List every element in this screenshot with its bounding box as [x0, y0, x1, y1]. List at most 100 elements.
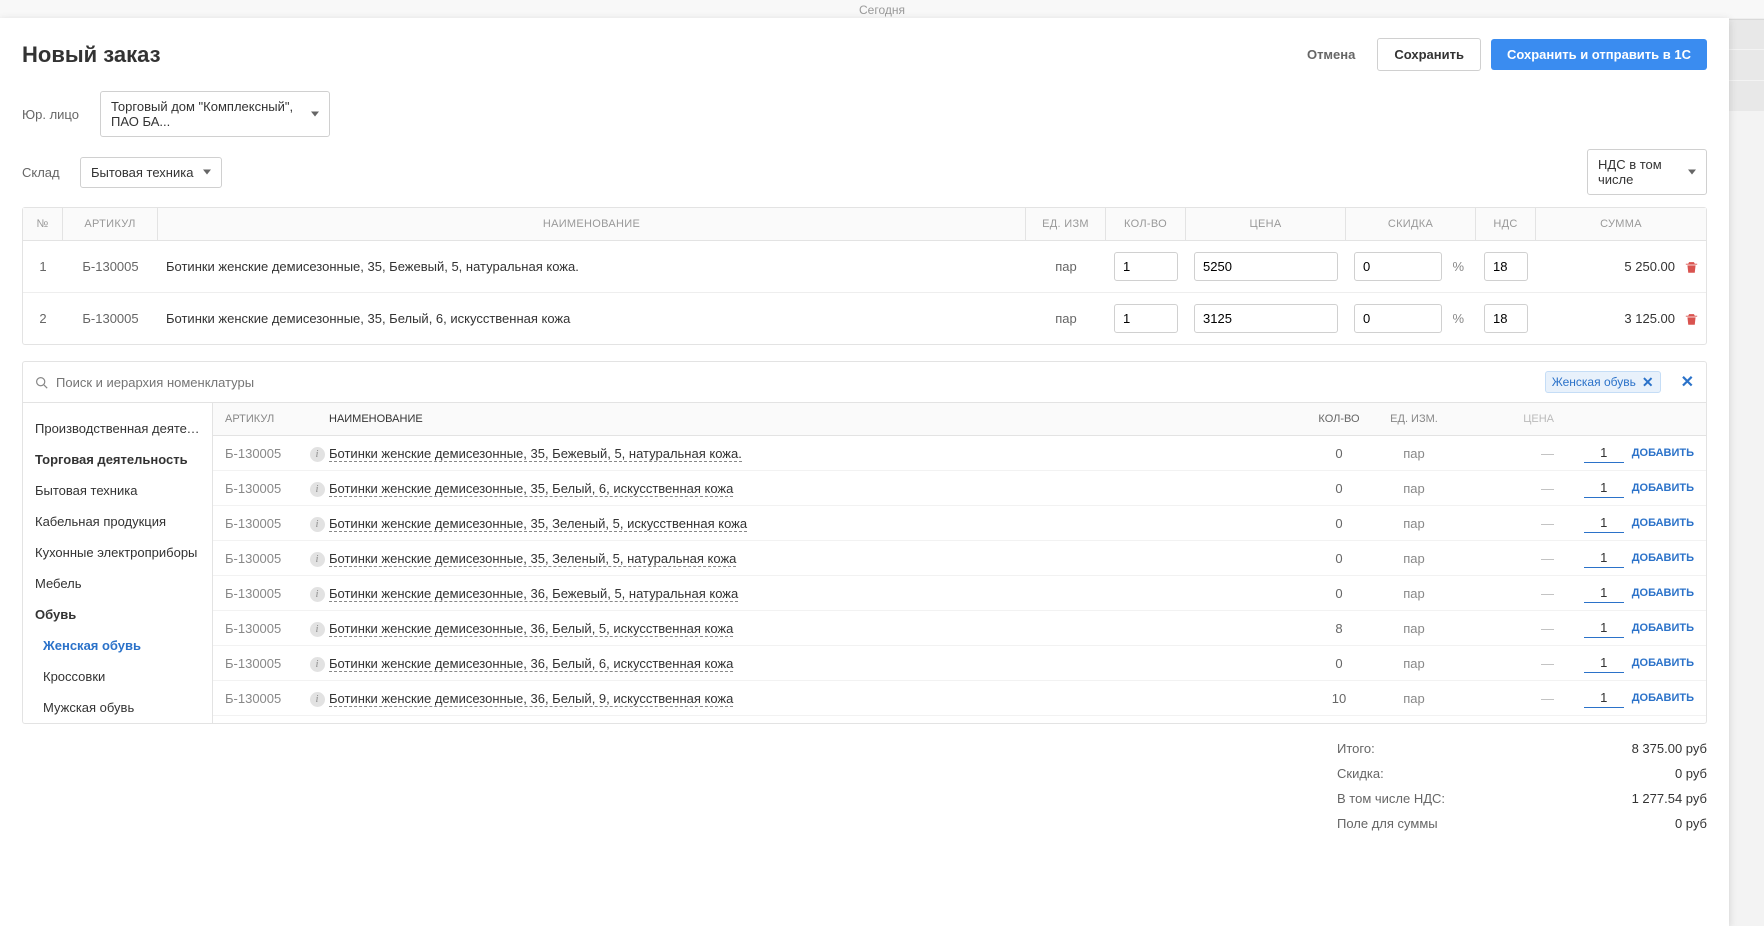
chip-remove-icon[interactable]: ✕ — [1642, 375, 1654, 389]
stock-unit: пар — [1374, 586, 1454, 601]
add-button[interactable]: ДОБАВИТЬ — [1632, 657, 1694, 669]
price-input[interactable] — [1194, 252, 1338, 281]
catalog-search-input[interactable] — [56, 375, 1537, 390]
vat-input[interactable] — [1484, 252, 1528, 281]
tree-item[interactable]: Производственная деятельнос... — [23, 413, 212, 444]
row-num: 2 — [23, 293, 63, 344]
modal-title: Новый заказ — [22, 42, 161, 68]
cat-article: Б-130005 — [225, 656, 305, 671]
add-button[interactable]: ДОБАВИТЬ — [1632, 622, 1694, 634]
total-label: Скидка: — [1337, 766, 1384, 781]
order-row: 1Б-130005Ботинки женские демисезонные, 3… — [23, 241, 1706, 293]
product-link[interactable]: Ботинки женские демисезонные, 36, Белый,… — [329, 656, 733, 672]
info-icon[interactable]: i — [310, 482, 325, 497]
category-tree[interactable]: Производственная деятельнос...Торговая д… — [23, 403, 213, 723]
add-qty-input[interactable] — [1584, 583, 1624, 603]
product-link[interactable]: Ботинки женские демисезонные, 36, Белый,… — [329, 621, 733, 637]
catalog-row: Б-130005 i Ботинки женские демисезонные, 3… — [213, 611, 1706, 646]
add-qty-input[interactable] — [1584, 513, 1624, 533]
percent-label: % — [1448, 311, 1468, 326]
add-qty-input[interactable] — [1584, 688, 1624, 708]
info-icon[interactable]: i — [310, 622, 325, 637]
catalog-row: Б-130005 i Ботинки женские демисезонные, 3… — [213, 541, 1706, 576]
total-row: Итого:8 375.00 руб — [1337, 736, 1707, 761]
info-icon[interactable]: i — [310, 447, 325, 462]
tree-item[interactable]: Кабельная продукция — [23, 506, 212, 537]
entity-select[interactable]: Торговый дом "Комплексный", ПАО БА... — [100, 91, 330, 137]
add-button[interactable]: ДОБАВИТЬ — [1632, 517, 1694, 529]
order-row: 2Б-130005Ботинки женские демисезонные, 3… — [23, 293, 1706, 344]
th-num: № — [23, 208, 63, 241]
row-sum: 5 250.00 — [1624, 259, 1675, 274]
info-icon[interactable]: i — [310, 692, 325, 707]
tree-item[interactable]: Бытовая техника — [23, 475, 212, 506]
app-topbar: Сегодня — [0, 0, 1764, 20]
qty-input[interactable] — [1114, 252, 1178, 281]
discount-input[interactable] — [1354, 252, 1442, 281]
tree-item[interactable]: Обувь — [23, 599, 212, 630]
save-send-1c-button[interactable]: Сохранить и отправить в 1С — [1491, 39, 1707, 70]
order-modal: Новый заказ Отмена Сохранить Сохранить и… — [0, 18, 1729, 926]
cat-article: Б-130005 — [225, 691, 305, 706]
qty-input[interactable] — [1114, 304, 1178, 333]
th-article: АРТИКУЛ — [63, 208, 158, 241]
vat-mode-select[interactable]: НДС в том числе — [1587, 149, 1707, 195]
info-icon[interactable]: i — [310, 552, 325, 567]
cat-article: Б-130005 — [225, 586, 305, 601]
info-icon[interactable]: i — [310, 657, 325, 672]
catalog-row: Б-130005iБотинки женские демисезонные, 3… — [213, 716, 1706, 723]
price-input[interactable] — [1194, 304, 1338, 333]
product-link[interactable]: Ботинки женские демисезонные, 35, Зелены… — [329, 516, 747, 532]
info-icon[interactable]: i — [310, 517, 325, 532]
save-button[interactable]: Сохранить — [1377, 38, 1481, 71]
add-button[interactable]: ДОБАВИТЬ — [1632, 482, 1694, 494]
warehouse-select[interactable]: Бытовая техника — [80, 157, 222, 188]
tree-item[interactable]: Кухонные электроприборы — [23, 537, 212, 568]
product-link[interactable]: Ботинки женские демисезонные, 35, Белый,… — [329, 481, 733, 497]
add-qty-input[interactable] — [1584, 653, 1624, 673]
order-totals: Итого:8 375.00 рубСкидка:0 рубВ том числ… — [0, 724, 1729, 836]
cat-article: Б-130005 — [225, 481, 305, 496]
product-link[interactable]: Ботинки женские демисезонные, 35, Зелены… — [329, 551, 736, 567]
product-link[interactable]: Ботинки женские демисезонные, 36, Бежевы… — [329, 586, 738, 602]
add-button[interactable]: ДОБАВИТЬ — [1632, 587, 1694, 599]
tree-item[interactable]: Мебель — [23, 568, 212, 599]
cancel-button[interactable]: Отмена — [1295, 39, 1367, 70]
percent-label: % — [1448, 259, 1468, 274]
filter-chip[interactable]: Женская обувь ✕ — [1545, 371, 1661, 393]
cat-article: Б-130005 — [225, 621, 305, 636]
catalog-row: Б-130005 i Ботинки женские демисезонные, 3… — [213, 646, 1706, 681]
add-button[interactable]: ДОБАВИТЬ — [1632, 447, 1694, 459]
cat-article: Б-130005 — [225, 551, 305, 566]
add-qty-input[interactable] — [1584, 478, 1624, 498]
stock-unit: пар — [1374, 656, 1454, 671]
tree-item[interactable]: Мужская обувь — [23, 692, 212, 723]
stock-unit: пар — [1374, 481, 1454, 496]
stock-qty: 0 — [1304, 481, 1374, 496]
cat-th-unit: ЕД. ИЗМ. — [1374, 413, 1454, 425]
total-row: В том числе НДС:1 277.54 руб — [1337, 786, 1707, 811]
stock-qty: 0 — [1304, 446, 1374, 461]
catalog-close-icon[interactable]: ✕ — [1681, 372, 1694, 392]
add-qty-input[interactable] — [1584, 548, 1624, 568]
row-name: Ботинки женские демисезонные, 35, Белый,… — [158, 293, 1026, 344]
catalog-price: — — [1454, 656, 1554, 671]
add-qty-input[interactable] — [1584, 618, 1624, 638]
product-link[interactable]: Ботинки женские демисезонные, 36, Белый,… — [329, 691, 733, 707]
catalog-row: Б-130005iБотинки женские демисезонные, 3… — [213, 506, 1706, 541]
tree-item[interactable]: Торговая деятельность — [23, 444, 212, 475]
discount-input[interactable] — [1354, 304, 1442, 333]
topbar-date: Сегодня — [859, 3, 905, 17]
tree-item[interactable]: Женская обувь — [23, 630, 212, 661]
delete-row-icon[interactable] — [1685, 312, 1698, 326]
delete-row-icon[interactable] — [1685, 260, 1698, 274]
vat-input[interactable] — [1484, 304, 1528, 333]
add-button[interactable]: ДОБАВИТЬ — [1632, 552, 1694, 564]
add-qty-input[interactable] — [1584, 443, 1624, 463]
tree-item[interactable]: Кроссовки — [23, 661, 212, 692]
catalog-list[interactable]: АРТИКУЛ НАИМЕНОВАНИЕ КОЛ-ВО ЕД. ИЗМ. ЦЕН… — [213, 403, 1706, 723]
catalog-price: — — [1454, 481, 1554, 496]
add-button[interactable]: ДОБАВИТЬ — [1632, 692, 1694, 704]
info-icon[interactable]: i — [310, 587, 325, 602]
product-link[interactable]: Ботинки женские демисезонные, 35, Бежевы… — [329, 446, 742, 462]
